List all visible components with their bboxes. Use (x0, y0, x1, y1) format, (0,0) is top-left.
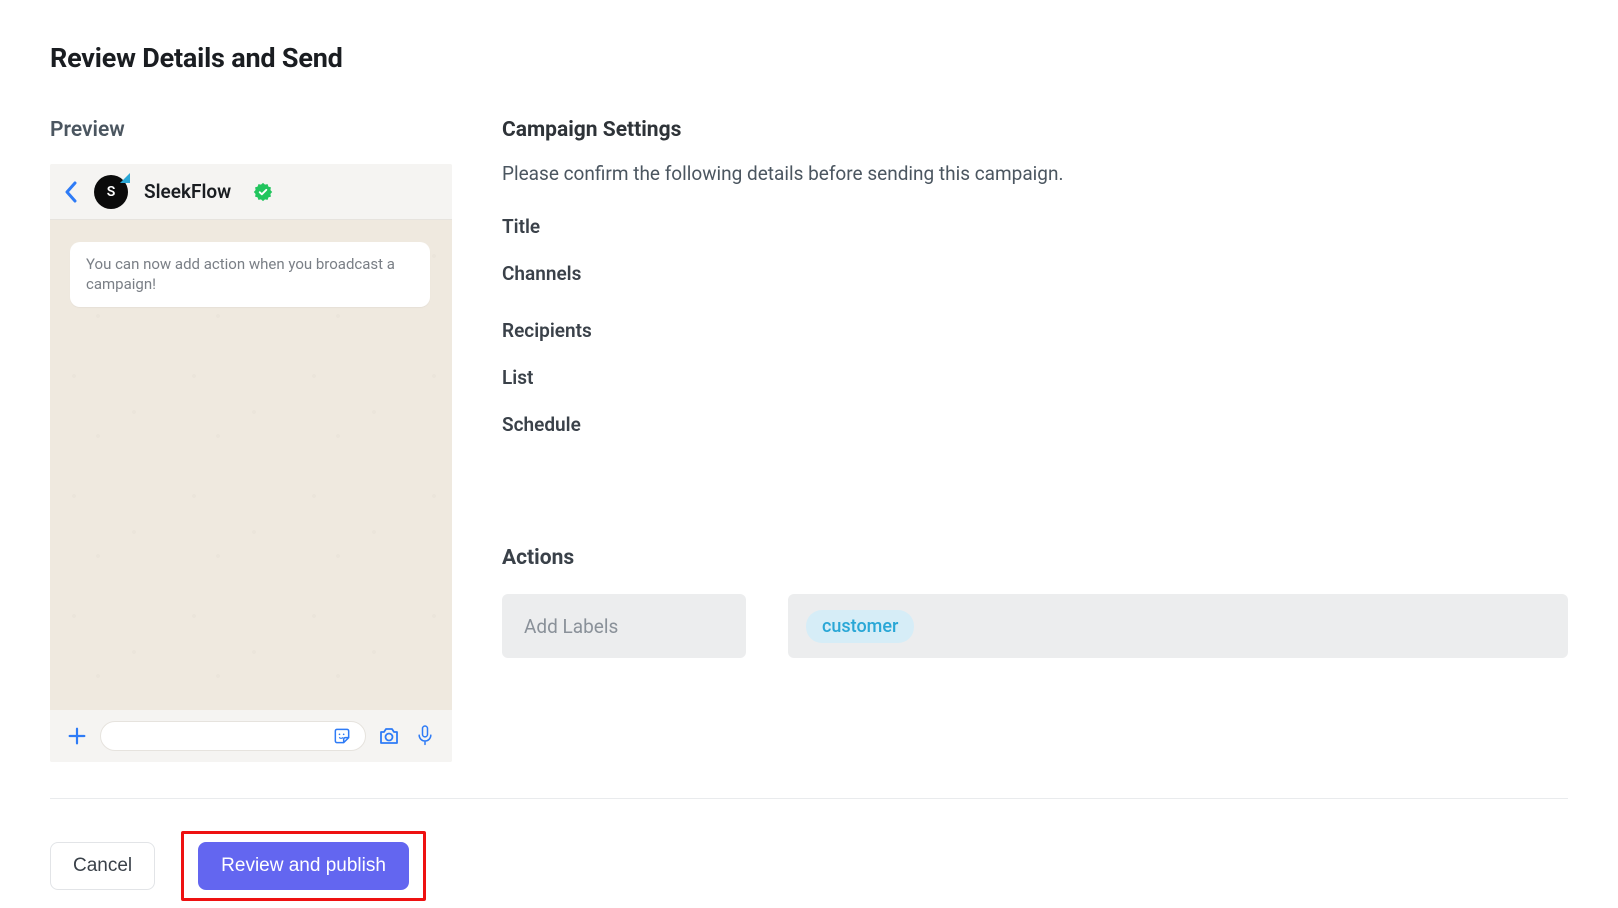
cancel-button[interactable]: Cancel (50, 842, 155, 890)
message-bubble: You can now add action when you broadcas… (70, 242, 430, 307)
action-type-label: Add Labels (524, 615, 618, 638)
chat-body: You can now add action when you broadcas… (50, 220, 452, 710)
actions-row: Add Labels customer (502, 594, 1568, 658)
back-icon[interactable] (64, 181, 78, 203)
avatar: S (94, 175, 128, 209)
plus-icon[interactable] (64, 723, 90, 749)
page-title: Review Details and Send (50, 42, 1568, 74)
footer-button-row: Cancel Review and publish (50, 799, 1568, 901)
field-list: List (502, 366, 1568, 389)
settings-column: Campaign Settings Please confirm the fol… (502, 118, 1568, 762)
message-text: You can now add action when you broadcas… (86, 255, 395, 293)
camera-icon[interactable] (376, 723, 402, 749)
action-value-box: customer (788, 594, 1568, 658)
phone-header: S SleekFlow (50, 164, 452, 220)
avatar-letter: S (107, 184, 116, 200)
content-row: Preview S SleekFlow You can now add acti… (50, 118, 1568, 762)
actions-heading: Actions (502, 546, 1568, 570)
field-recipients: Recipients (502, 319, 1568, 342)
message-input[interactable] (100, 721, 366, 751)
highlight-frame: Review and publish (181, 831, 426, 901)
avatar-corner-icon (120, 173, 130, 183)
campaign-settings-heading: Campaign Settings (502, 118, 1568, 142)
field-title: Title (502, 215, 1568, 238)
review-publish-button[interactable]: Review and publish (198, 842, 409, 890)
contact-name: SleekFlow (144, 180, 231, 203)
phone-input-bar (50, 710, 452, 762)
label-chip: customer (806, 610, 914, 643)
preview-heading: Preview (50, 118, 454, 142)
field-schedule: Schedule (502, 413, 1568, 436)
mic-icon[interactable] (412, 723, 438, 749)
confirm-text: Please confirm the following details bef… (502, 162, 1568, 185)
field-channels: Channels (502, 262, 1568, 285)
sticker-icon[interactable] (329, 723, 355, 749)
phone-preview: S SleekFlow You can now add action when … (50, 164, 452, 762)
action-type-box: Add Labels (502, 594, 746, 658)
verified-badge-icon (253, 182, 273, 202)
preview-column: Preview S SleekFlow You can now add acti… (50, 118, 454, 762)
